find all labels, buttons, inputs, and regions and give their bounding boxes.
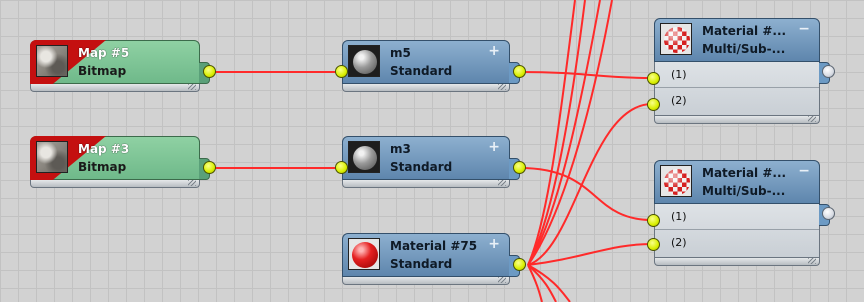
slot-row[interactable]: (1) — [655, 204, 819, 230]
input-socket-slot-2[interactable] — [647, 98, 660, 111]
input-socket-slot-2[interactable] — [647, 238, 660, 251]
slot-label: (1) — [671, 68, 687, 81]
node-footer — [30, 180, 200, 188]
collapse-button[interactable]: − — [798, 164, 810, 178]
input-socket[interactable] — [335, 161, 348, 174]
gray-sphere-icon — [348, 45, 380, 77]
input-socket[interactable] — [335, 65, 348, 78]
node-type: Standard — [390, 160, 453, 174]
slot-label: (2) — [671, 94, 687, 107]
node-type: Standard — [390, 257, 453, 271]
slot-list: (1) (2) — [654, 204, 820, 258]
output-socket[interactable] — [513, 161, 526, 174]
wire-mat75-out-1 — [527, 0, 576, 266]
wire-mat75-to-multi-a-slot2 — [527, 103, 653, 266]
resize-grip-icon[interactable] — [188, 84, 196, 90]
rock-texture-icon — [36, 141, 68, 173]
node-name: Material #... — [702, 24, 787, 38]
node-footer — [30, 84, 200, 92]
output-socket[interactable] — [822, 65, 835, 78]
output-socket[interactable] — [513, 258, 526, 271]
gray-sphere-icon — [348, 141, 380, 173]
output-socket[interactable] — [203, 161, 216, 174]
node-type: Bitmap — [78, 160, 127, 174]
node-footer — [342, 277, 510, 285]
node-type: Multi/Sub-... — [702, 184, 786, 198]
resize-grip-icon[interactable] — [498, 277, 506, 283]
node-multi-sub-a[interactable]: Material #... Multi/Sub-... − (1) (2) — [647, 18, 835, 126]
resize-grip-icon[interactable] — [498, 180, 506, 186]
input-socket-slot-1[interactable] — [647, 72, 660, 85]
node-name: Map #5 — [78, 46, 130, 60]
red-sphere-icon — [348, 238, 380, 270]
output-socket[interactable] — [203, 65, 216, 78]
node-editor-canvas[interactable]: Map #5 Bitmap Map #3 Bitmap m5 Standard … — [0, 0, 864, 302]
slot-list: (1) (2) — [654, 62, 820, 116]
slot-row[interactable]: (2) — [655, 230, 819, 256]
node-name: m3 — [390, 142, 411, 156]
node-multi-sub-b[interactable]: Material #... Multi/Sub-... − (1) (2) — [647, 160, 835, 268]
node-material-75[interactable]: Material #75 Standard + — [342, 233, 526, 287]
wire-mat75-out-3 — [527, 0, 601, 266]
node-name: Material #75 — [390, 239, 478, 253]
node-type: Multi/Sub-... — [702, 42, 786, 56]
node-type: Bitmap — [78, 64, 127, 78]
node-type: Standard — [390, 64, 453, 78]
node-footer — [654, 258, 820, 266]
slot-row[interactable]: (2) — [655, 88, 819, 114]
wire-mat75-to-multi-b-slot2 — [527, 243, 653, 266]
resize-grip-icon[interactable] — [498, 84, 506, 90]
resize-grip-icon[interactable] — [808, 116, 816, 122]
collapse-button[interactable]: − — [798, 22, 810, 36]
checker-sphere-icon — [660, 165, 692, 197]
node-name: Map #3 — [78, 142, 130, 156]
expand-button[interactable]: + — [488, 44, 500, 58]
slot-row[interactable]: (1) — [655, 62, 819, 88]
node-m3[interactable]: m3 Standard + — [335, 136, 526, 190]
output-socket[interactable] — [513, 65, 526, 78]
node-name: m5 — [390, 46, 411, 60]
node-footer — [342, 84, 510, 92]
checker-sphere-icon — [660, 23, 692, 55]
rock-texture-icon — [36, 45, 68, 77]
node-name: Material #... — [702, 166, 787, 180]
node-m5[interactable]: m5 Standard + — [335, 40, 526, 94]
expand-button[interactable]: + — [488, 140, 500, 154]
wire-mat75-out-5 — [527, 264, 557, 302]
expand-button[interactable]: + — [488, 237, 500, 251]
node-footer — [342, 180, 510, 188]
wire-mat75-out-2 — [527, 0, 586, 266]
slot-label: (2) — [671, 236, 687, 249]
resize-grip-icon[interactable] — [188, 180, 196, 186]
node-map5[interactable]: Map #5 Bitmap — [30, 40, 216, 94]
output-socket[interactable] — [822, 207, 835, 220]
input-socket-slot-1[interactable] — [647, 214, 660, 227]
node-footer — [654, 116, 820, 124]
resize-grip-icon[interactable] — [808, 258, 816, 264]
slot-label: (1) — [671, 210, 687, 223]
node-map3[interactable]: Map #3 Bitmap — [30, 136, 216, 190]
